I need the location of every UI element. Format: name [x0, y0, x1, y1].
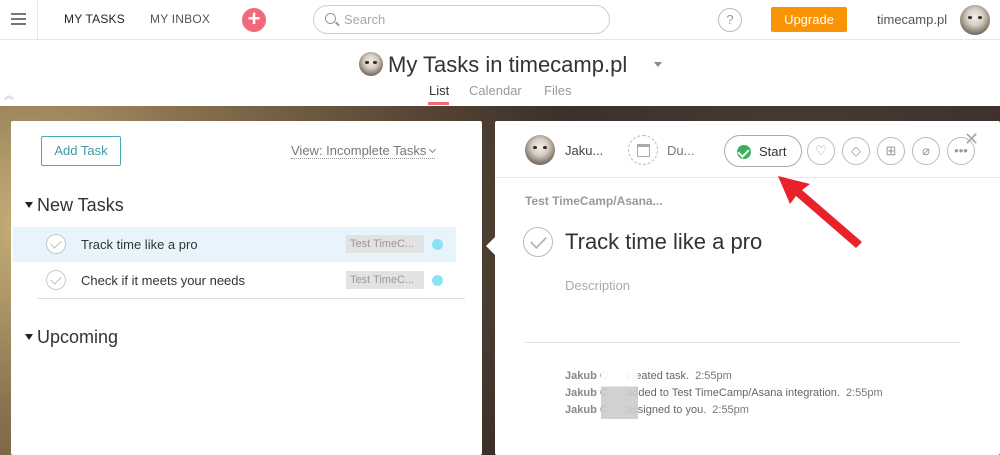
subtask-icon[interactable]: ⊞ [877, 137, 905, 165]
menu-icon[interactable] [0, 0, 38, 39]
add-task-button[interactable]: Add Task [41, 136, 121, 166]
close-icon[interactable]: ✕ [964, 129, 979, 150]
project-avatar [359, 52, 383, 76]
tab-calendar[interactable]: Calendar [469, 83, 522, 98]
upgrade-button[interactable]: Upgrade [771, 7, 847, 32]
tab-files[interactable]: Files [544, 83, 571, 98]
timecamp-start-button[interactable]: Start [724, 135, 802, 167]
story-time: 2:55pm [712, 404, 749, 416]
triangle-down-icon [25, 202, 33, 208]
task-list-panel: Add Task View: Incomplete Tasks New Task… [11, 121, 482, 455]
assignee-avatar[interactable] [525, 135, 555, 165]
project-title[interactable]: My Tasks in timecamp.pl [388, 52, 627, 78]
help-button[interactable]: ? [718, 8, 742, 32]
complete-checkbox[interactable] [46, 234, 66, 254]
tag-icon[interactable]: ◇ [842, 137, 870, 165]
collapse-up-icon[interactable]: ︽ [4, 87, 14, 102]
divider [525, 342, 960, 343]
heart-icon[interactable]: ♡ [807, 137, 835, 165]
quick-add-button[interactable]: + [242, 8, 266, 32]
triangle-down-icon [25, 334, 33, 340]
section-header-upcoming[interactable]: Upcoming [25, 327, 118, 348]
redaction-blur [601, 365, 638, 419]
status-dot [432, 275, 443, 286]
section-name: New Tasks [37, 195, 124, 215]
divider [495, 177, 1000, 178]
view-filter-label: View: Incomplete Tasks [291, 143, 427, 158]
story-text: assigned to you. [626, 404, 707, 416]
nav-my-inbox[interactable]: MY INBOX [150, 12, 210, 26]
complete-checkbox[interactable] [46, 270, 66, 290]
story-time: 2:55pm [845, 387, 883, 399]
organization-name[interactable]: timecamp.pl [877, 12, 947, 27]
top-bar: MY TASKS MY INBOX + ? Upgrade timecamp.p… [0, 0, 1000, 40]
story-text: added to Test TimeCamp/Asana integration… [626, 387, 840, 399]
breadcrumb[interactable]: Test TimeCamp/Asana... [525, 194, 663, 208]
due-date-label[interactable]: Du... [667, 143, 694, 158]
attachment-icon[interactable]: ⌀ [912, 137, 940, 165]
chevron-down-icon [429, 145, 437, 154]
search-icon [325, 13, 336, 24]
task-title[interactable]: Check if it meets your needs [81, 273, 245, 288]
section-name: Upcoming [37, 327, 119, 347]
activity-story: Jakub C assigned to you. 2:55pm [565, 404, 749, 416]
story-time: 2:55pm [695, 370, 732, 382]
user-avatar[interactable] [960, 5, 990, 35]
task-detail-panel: Jaku... Du... Start ♡ ◇ ⊞ ⌀ ••• ✕ Test T… [495, 121, 1000, 455]
project-tag[interactable]: Test TimeC... [346, 235, 424, 253]
nav-my-tasks[interactable]: MY TASKS [64, 12, 125, 26]
activity-story: Jakub C created task. 2:55pm [565, 370, 732, 382]
project-tag[interactable]: Test TimeC... [346, 271, 424, 289]
description-field[interactable]: Description [565, 278, 630, 293]
timecamp-icon [737, 145, 751, 159]
task-title[interactable]: Track time like a pro [81, 237, 198, 252]
calendar-icon [637, 144, 650, 157]
project-header: My Tasks in timecamp.pl ︽ List Calendar … [0, 40, 1000, 106]
active-tab-indicator [428, 102, 449, 105]
section-header-new-tasks[interactable]: New Tasks [25, 195, 124, 216]
task-row[interactable]: Check if it meets your needs Test TimeC.… [13, 263, 456, 298]
due-date-button[interactable] [628, 135, 658, 165]
assignee-name[interactable]: Jaku... [565, 143, 603, 158]
view-filter-dropdown[interactable]: View: Incomplete Tasks [291, 143, 437, 159]
start-label: Start [759, 144, 787, 159]
divider [37, 298, 465, 299]
complete-checkbox[interactable] [523, 227, 553, 257]
tab-list[interactable]: List [429, 83, 449, 98]
chevron-down-icon[interactable] [654, 62, 662, 67]
annotation-arrow [778, 176, 862, 248]
search-input[interactable] [344, 12, 594, 27]
search-box[interactable] [313, 5, 610, 34]
status-dot [432, 239, 443, 250]
task-row[interactable]: Track time like a pro Test TimeC... [13, 227, 456, 262]
task-detail-title[interactable]: Track time like a pro [565, 229, 762, 255]
